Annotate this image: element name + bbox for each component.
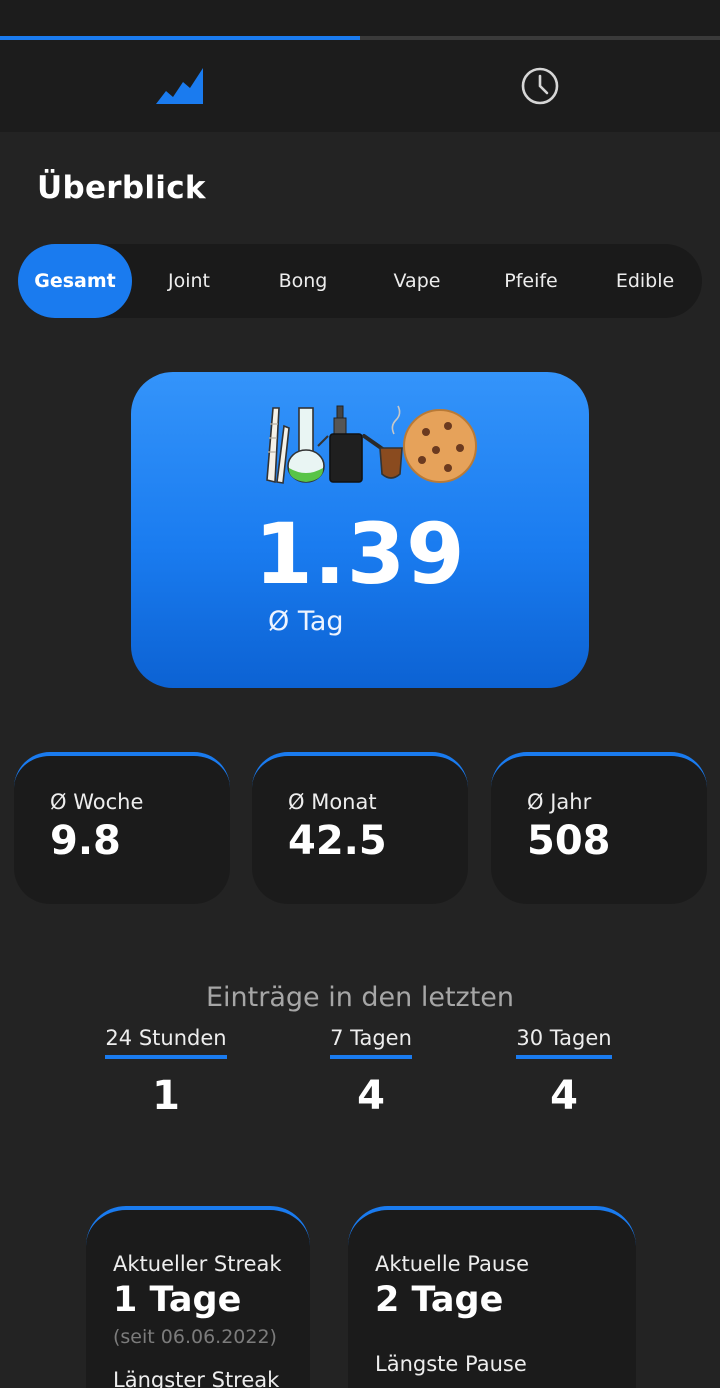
clock-icon [521,67,559,105]
filter-edible[interactable]: Edible [588,244,702,318]
entries-30d-label: 30 Tagen [516,1026,612,1059]
vape-icon [329,405,363,483]
weekly-average-label: Ø Woche [50,790,144,814]
entries-7d-label: 7 Tagen [330,1026,412,1059]
area-chart-icon [156,68,203,104]
cookie-icon [403,409,477,483]
pipe-icon [362,405,403,479]
entries-7d-value: 4 [357,1073,385,1119]
pause-card: Aktuelle Pause 2 Tage Längste Pause [348,1206,636,1388]
entries-30d: 30 Tagen 4 [484,1026,644,1119]
top-tab-bar [0,0,720,132]
current-pause-label: Aktuelle Pause [375,1252,530,1276]
entries-24h-value: 1 [152,1073,180,1119]
consumption-icons [266,405,477,484]
current-pause-value: 2 Tage [375,1280,504,1320]
weekly-average-card: Ø Woche 9.8 [14,752,230,904]
entries-24h-label: 24 Stunden [105,1026,227,1059]
longest-pause-label: Längste Pause [375,1352,527,1376]
entries-30d-value: 4 [550,1073,578,1119]
entries-7d: 7 Tagen 4 [291,1026,451,1119]
filter-bong[interactable]: Bong [246,244,360,318]
longest-streak-label: Längster Streak [113,1368,280,1388]
yearly-average-value: 508 [527,818,611,864]
category-filter: Gesamt Joint Bong Vape Pfeife Edible [18,244,702,318]
entries-24h: 24 Stunden 1 [86,1026,246,1119]
monthly-average-value: 42.5 [288,818,387,864]
yearly-average-card: Ø Jahr 508 [491,752,707,904]
app-screen: Überblick Gesamt Joint Bong Vape Pfeife … [0,0,720,1388]
joint-icon [266,407,290,484]
filter-gesamt[interactable]: Gesamt [18,244,132,318]
current-streak-label: Aktueller Streak [113,1252,282,1276]
filter-pfeife[interactable]: Pfeife [474,244,588,318]
daily-average-value: 1.39 [254,505,466,603]
monthly-average-label: Ø Monat [288,790,377,814]
weekly-average-value: 9.8 [50,818,121,864]
monthly-average-card: Ø Monat 42.5 [252,752,468,904]
entries-title: Einträge in den letzten [205,982,515,1013]
tab-history[interactable] [360,40,720,132]
current-streak-value: 1 Tage [113,1280,242,1320]
yearly-average-label: Ø Jahr [527,790,592,814]
filter-joint[interactable]: Joint [132,244,246,318]
tab-statistics[interactable] [0,40,360,132]
bong-icon [287,407,329,483]
page-title: Überblick [37,170,206,206]
daily-average-label: Ø Tag [268,606,344,637]
filter-vape[interactable]: Vape [360,244,474,318]
streak-card: Aktueller Streak 1 Tage (seit 06.06.2022… [86,1206,310,1388]
streak-since-date: (seit 06.06.2022) [113,1326,277,1348]
